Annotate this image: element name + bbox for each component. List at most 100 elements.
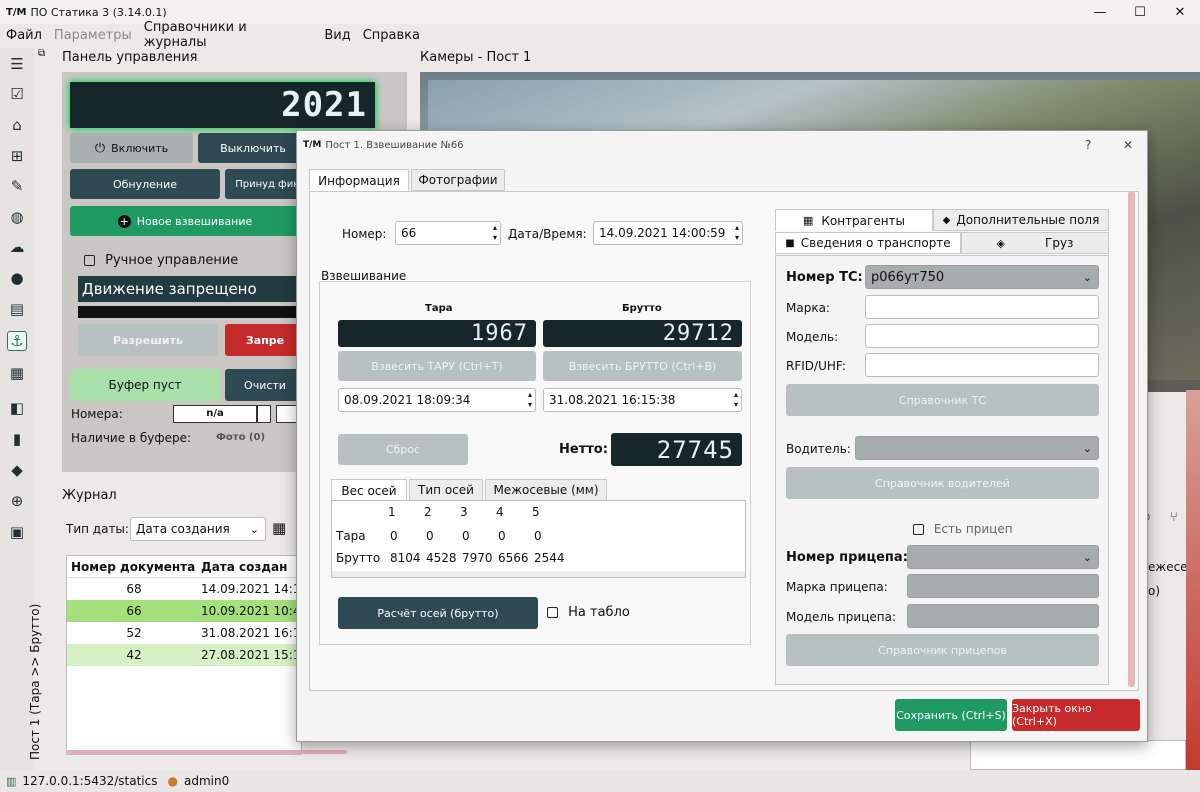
allow-button[interactable]: Разрешить bbox=[78, 324, 218, 356]
has-trailer-box[interactable] bbox=[913, 524, 924, 535]
tab-axle-distance[interactable]: Межосевые (мм) bbox=[485, 479, 607, 501]
menu-view[interactable]: Вид bbox=[324, 28, 350, 43]
database-icon[interactable]: ◍ bbox=[7, 207, 27, 227]
trailer-number-select[interactable]: ⌄ bbox=[907, 545, 1099, 569]
axle-col-5: 5 bbox=[532, 505, 540, 519]
axle-cell[interactable]: 0 bbox=[426, 529, 434, 543]
axle-col-4: 4 bbox=[496, 505, 504, 519]
zero-button[interactable]: Обнуление bbox=[70, 169, 220, 199]
on-board-box[interactable] bbox=[547, 607, 558, 618]
axle-cell[interactable]: 7970 bbox=[462, 551, 493, 565]
axle-cell[interactable]: 6566 bbox=[498, 551, 529, 565]
home-icon[interactable]: ⌂ bbox=[7, 115, 27, 135]
driver-select[interactable]: ⌄ bbox=[855, 436, 1099, 460]
menu-parameters[interactable]: Параметры bbox=[54, 28, 132, 43]
help-button[interactable]: ? bbox=[1085, 138, 1091, 152]
horizontal-scrollbar[interactable] bbox=[67, 750, 347, 754]
calc-axles-button[interactable]: Расчёт осей (брутто) bbox=[338, 597, 538, 629]
brand-input[interactable] bbox=[865, 295, 1099, 319]
new-weighing-button[interactable]: + Новое взвешивание bbox=[70, 206, 300, 236]
tab-vehicle-info[interactable]: ■ Сведения о транспорте bbox=[775, 232, 961, 254]
clipboard-check-icon[interactable]: ☑ bbox=[7, 84, 27, 104]
table-scrollbar[interactable] bbox=[332, 571, 745, 577]
axle-cell[interactable]: 8104 bbox=[390, 551, 421, 565]
dialog-close-button[interactable]: ✕ bbox=[1123, 138, 1133, 152]
date-type-select[interactable]: Дата создания ⌄ bbox=[130, 517, 266, 541]
on-board-checkbox[interactable]: На табло bbox=[547, 605, 630, 620]
axle-cell[interactable]: 0 bbox=[498, 529, 506, 543]
tab-additional-fields[interactable]: ◆ Дополнительные поля bbox=[933, 209, 1109, 231]
close-dialog-button[interactable]: Закрыть окно (Ctrl+X) bbox=[1012, 699, 1140, 731]
table-row[interactable]: 42 27.08.2021 15:1 bbox=[67, 644, 301, 666]
power-icon: ⏻ bbox=[94, 140, 106, 156]
axle-cell[interactable]: 4528 bbox=[426, 551, 457, 565]
cloud-icon[interactable]: ☁ bbox=[7, 237, 27, 257]
minimize-button[interactable]: — bbox=[1080, 5, 1120, 20]
axle-cell[interactable]: 0 bbox=[534, 529, 542, 543]
clear-buffer-button[interactable]: Очисти bbox=[225, 369, 305, 401]
number-input[interactable]: 66 ▴ ▾ bbox=[395, 221, 501, 245]
keyboard-icon[interactable]: ▦ bbox=[7, 363, 27, 383]
close-button[interactable]: ✕ bbox=[1160, 5, 1200, 20]
vehicle-directory-button[interactable]: Справочник ТС bbox=[786, 384, 1099, 416]
spinner-icon[interactable]: ▴ ▾ bbox=[734, 390, 738, 410]
calendar-icon[interactable]: ▦ bbox=[272, 519, 286, 537]
tab-axle-weight[interactable]: Вес осей bbox=[331, 479, 407, 501]
branch-icon[interactable]: ⑂ bbox=[1170, 510, 1178, 525]
reset-button[interactable]: Сброс bbox=[338, 434, 468, 465]
spinner-icon[interactable]: ▴ ▾ bbox=[493, 223, 497, 243]
user-icon[interactable]: ● bbox=[7, 268, 27, 288]
tag-icon[interactable]: ◆ bbox=[7, 460, 27, 480]
maximize-button[interactable]: ☐ bbox=[1120, 5, 1160, 20]
trailer-brand-input[interactable] bbox=[907, 574, 1099, 598]
vertical-scrollbar[interactable] bbox=[1128, 191, 1135, 687]
brutto-date-input[interactable]: 31.08.2021 16:15:38 ▴ ▾ bbox=[543, 388, 742, 412]
trailer-model-input[interactable] bbox=[907, 604, 1099, 628]
tab-cargo[interactable]: ◈ Груз bbox=[961, 232, 1109, 254]
axle-cell[interactable]: 2544 bbox=[534, 551, 565, 565]
menu-directories[interactable]: Справочники и журналы bbox=[144, 20, 313, 50]
deny-button[interactable]: Запре bbox=[225, 324, 305, 356]
save-button[interactable]: Сохранить (Ctrl+S) bbox=[895, 699, 1007, 731]
wrench-icon[interactable]: ✎ bbox=[7, 176, 27, 196]
undock-icon[interactable]: ⧉ bbox=[38, 48, 45, 59]
vehicle-number-select[interactable]: р066ут750 ⌄ bbox=[865, 265, 1099, 289]
book-icon[interactable]: ▮ bbox=[7, 429, 27, 449]
axle-row-label: Брутто bbox=[336, 551, 381, 565]
datetime-input[interactable]: 14.09.2021 14:00:59 ▴ ▾ bbox=[593, 221, 743, 245]
anchor-icon[interactable]: ⚓ bbox=[7, 331, 27, 351]
sliders-icon[interactable]: ☰ bbox=[7, 54, 27, 74]
tab-info[interactable]: Информация bbox=[309, 169, 409, 191]
model-input[interactable] bbox=[865, 324, 1099, 348]
table-row[interactable]: 66 10.09.2021 10:4 bbox=[67, 600, 301, 622]
tab-counterparties[interactable]: ▦ Контрагенты bbox=[775, 209, 933, 231]
weigh-brutto-button[interactable]: Взвесить БРУТТО (Ctrl+B) bbox=[543, 351, 742, 381]
menu-file[interactable]: Файл bbox=[6, 28, 42, 43]
tara-date-input[interactable]: 08.09.2021 18:09:34 ▴ ▾ bbox=[338, 388, 536, 412]
weigh-tara-button[interactable]: Взвесить ТАРУ (Ctrl+T) bbox=[338, 351, 536, 381]
add-icon[interactable]: ⊕ bbox=[7, 491, 27, 511]
manual-control-checkbox[interactable]: Ручное управление bbox=[84, 253, 238, 268]
axle-cell[interactable]: 0 bbox=[462, 529, 470, 543]
network-icon[interactable]: ⊞ bbox=[7, 146, 27, 166]
spinner-icon[interactable]: ▴ ▾ bbox=[735, 223, 739, 243]
manual-control-box[interactable] bbox=[84, 255, 95, 266]
table-row[interactable]: 52 31.08.2021 16:1 bbox=[67, 622, 301, 644]
power-on-button[interactable]: ⏻ Включить bbox=[70, 133, 193, 163]
col-doc-number[interactable]: Номер документа bbox=[67, 560, 201, 574]
tab-axle-type[interactable]: Тип осей bbox=[409, 479, 483, 501]
table-row[interactable]: 68 14.09.2021 14:1 bbox=[67, 578, 301, 600]
driver-directory-button[interactable]: Справочник водителей bbox=[786, 467, 1099, 499]
menu-help[interactable]: Справка bbox=[363, 28, 420, 43]
axle-cell[interactable]: 0 bbox=[390, 529, 398, 543]
has-trailer-checkbox[interactable]: Есть прицеп bbox=[913, 522, 1013, 536]
col-created-date[interactable]: Дата создан bbox=[201, 560, 287, 574]
book-open-icon[interactable]: ◧ bbox=[7, 398, 27, 418]
archive-icon[interactable]: ▣ bbox=[7, 522, 27, 542]
spinner-icon[interactable]: ▴ ▾ bbox=[528, 390, 532, 410]
trailer-directory-button[interactable]: Справочник прицепов bbox=[786, 634, 1099, 666]
rfid-input[interactable] bbox=[865, 353, 1099, 377]
tab-photos[interactable]: Фотографии bbox=[411, 169, 505, 191]
power-off-button[interactable]: Выключить bbox=[198, 133, 308, 163]
document-icon[interactable]: ▤ bbox=[7, 299, 27, 319]
